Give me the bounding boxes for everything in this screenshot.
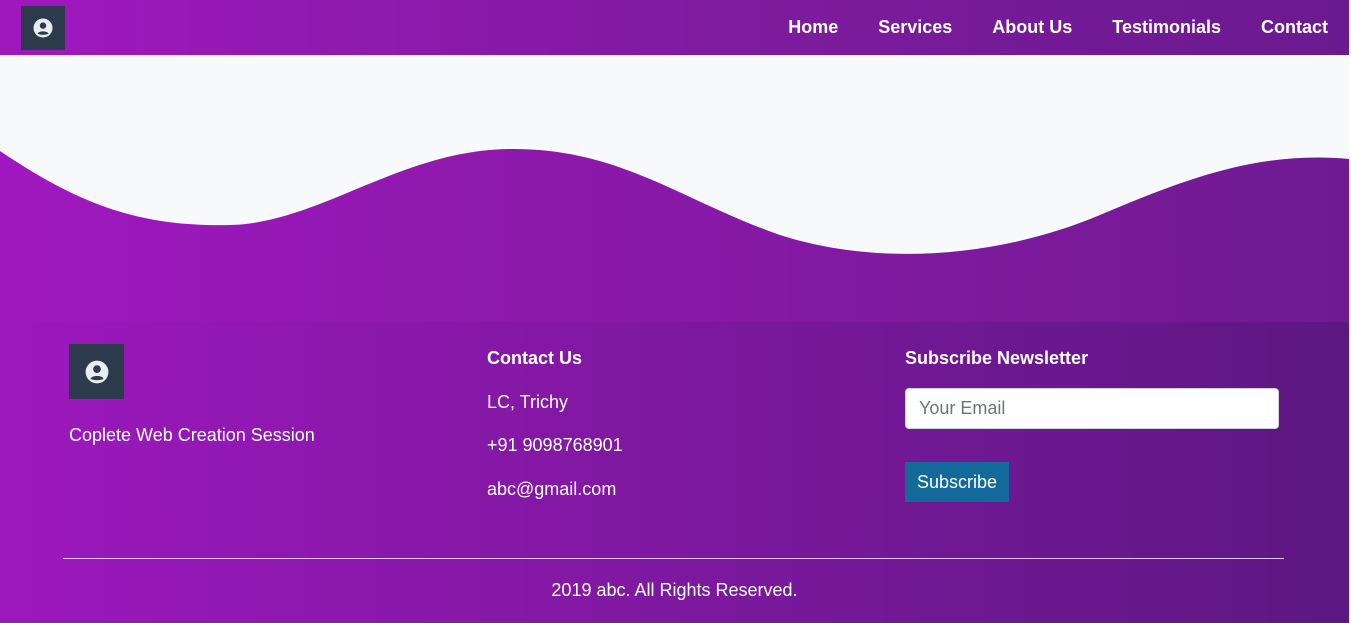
- footer-divider: [63, 558, 1284, 559]
- nav-link-services[interactable]: Services: [878, 17, 952, 38]
- contact-heading: Contact Us: [487, 348, 583, 368]
- nav-link-contact[interactable]: Contact: [1261, 17, 1328, 38]
- hero-section: [0, 55, 1349, 322]
- contact-email: abc@gmail.com: [487, 479, 617, 499]
- contact-address: LC, Trichy: [487, 392, 569, 412]
- nav-link-about-us[interactable]: About Us: [992, 17, 1072, 38]
- footer: Coplete Web Creation Session Contact Us …: [0, 322, 1349, 623]
- nav-logo[interactable]: [21, 5, 65, 50]
- newsletter-email-input[interactable]: [905, 388, 1279, 429]
- copyright-text: 2019 abc. All Rights Reserved.: [551, 580, 798, 600]
- user-circle-icon: [85, 360, 108, 383]
- footer-logo[interactable]: [69, 344, 124, 399]
- navbar: Home Services About Us Testimonials Cont…: [0, 0, 1349, 55]
- nav-links: Home Services About Us Testimonials Cont…: [748, 17, 1328, 38]
- subscribe-button[interactable]: Subscribe: [905, 462, 1009, 502]
- newsletter-heading: Subscribe Newsletter: [905, 348, 1089, 368]
- page: Home Services About Us Testimonials Cont…: [0, 0, 1351, 623]
- nav-link-testimonials[interactable]: Testimonials: [1112, 17, 1221, 38]
- wave-divider: [0, 148, 1349, 322]
- footer-tagline: Coplete Web Creation Session: [69, 425, 315, 445]
- contact-phone: +91 9098768901: [487, 435, 623, 455]
- user-circle-icon: [33, 18, 53, 37]
- nav-link-home[interactable]: Home: [788, 17, 838, 38]
